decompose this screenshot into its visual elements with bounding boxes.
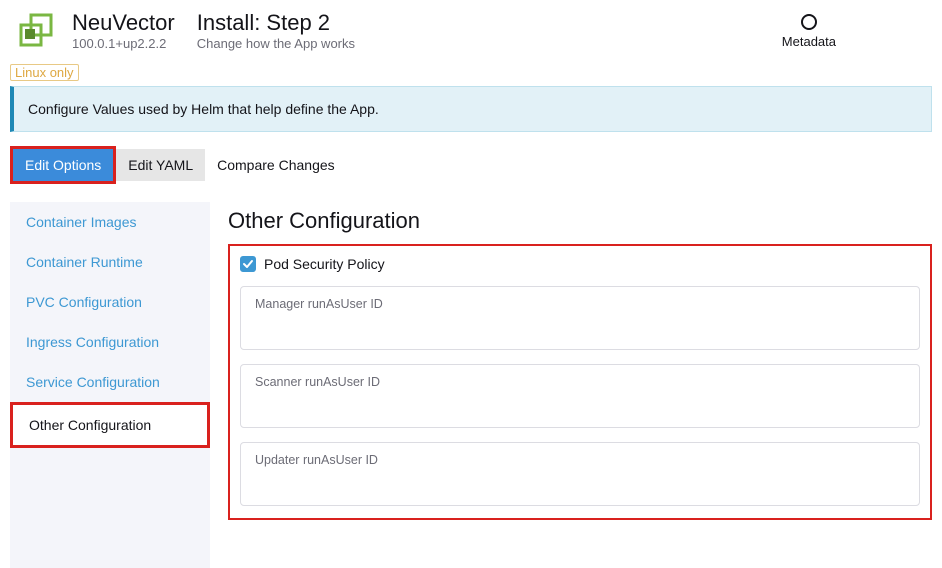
highlight-edit-options: Edit Options (10, 146, 116, 184)
app-name: NeuVector (72, 10, 175, 36)
tab-compare-changes[interactable]: Compare Changes (205, 149, 347, 181)
highlight-other-configuration: Other Configuration (10, 402, 210, 448)
manager-runasuser-label: Manager runAsUser ID (255, 297, 905, 311)
app-title-group: NeuVector 100.0.1+up2.2.2 (72, 10, 175, 53)
updater-runasuser-label: Updater runAsUser ID (255, 453, 905, 467)
step-subtitle: Change how the App works (197, 36, 355, 53)
scanner-runasuser-field[interactable]: Scanner runAsUser ID (240, 364, 920, 428)
sidebar-item-container-runtime[interactable]: Container Runtime (10, 242, 210, 282)
app-logo-icon (16, 10, 58, 52)
step-indicator[interactable]: Metadata (782, 14, 926, 49)
badge-row: Linux only (0, 62, 942, 86)
linux-only-badge: Linux only (10, 64, 79, 81)
highlight-form-box: Pod Security Policy Manager runAsUser ID… (228, 244, 932, 520)
tab-row: Edit Options Edit YAML Compare Changes (0, 146, 942, 202)
content: Other Configuration Pod Security Policy … (210, 202, 932, 568)
sidebar-item-ingress-configuration[interactable]: Ingress Configuration (10, 322, 210, 362)
manager-runasuser-field[interactable]: Manager runAsUser ID (240, 286, 920, 350)
pod-security-policy-label: Pod Security Policy (264, 256, 385, 272)
sidebar-item-pvc-configuration[interactable]: PVC Configuration (10, 282, 210, 322)
main-area: Container Images Container Runtime PVC C… (0, 202, 942, 568)
step-indicator-label: Metadata (782, 34, 836, 49)
header: NeuVector 100.0.1+up2.2.2 Install: Step … (0, 0, 942, 62)
scanner-runasuser-label: Scanner runAsUser ID (255, 375, 905, 389)
sidebar-item-container-images[interactable]: Container Images (10, 202, 210, 242)
sidebar-item-service-configuration[interactable]: Service Configuration (10, 362, 210, 402)
sidebar: Container Images Container Runtime PVC C… (10, 202, 210, 568)
tab-edit-options[interactable]: Edit Options (13, 149, 113, 181)
checkbox-checked-icon[interactable] (240, 256, 256, 272)
tab-edit-yaml[interactable]: Edit YAML (116, 149, 205, 181)
step-title-group: Install: Step 2 Change how the App works (197, 10, 355, 53)
step-title: Install: Step 2 (197, 10, 355, 36)
info-banner-text: Configure Values used by Helm that help … (28, 101, 379, 117)
content-heading: Other Configuration (228, 202, 932, 244)
info-banner: Configure Values used by Helm that help … (10, 86, 932, 132)
step-circle-icon (801, 14, 817, 30)
updater-runasuser-field[interactable]: Updater runAsUser ID (240, 442, 920, 506)
sidebar-item-other-configuration[interactable]: Other Configuration (13, 405, 207, 445)
app-version: 100.0.1+up2.2.2 (72, 36, 175, 53)
pod-security-policy-row[interactable]: Pod Security Policy (240, 256, 920, 272)
